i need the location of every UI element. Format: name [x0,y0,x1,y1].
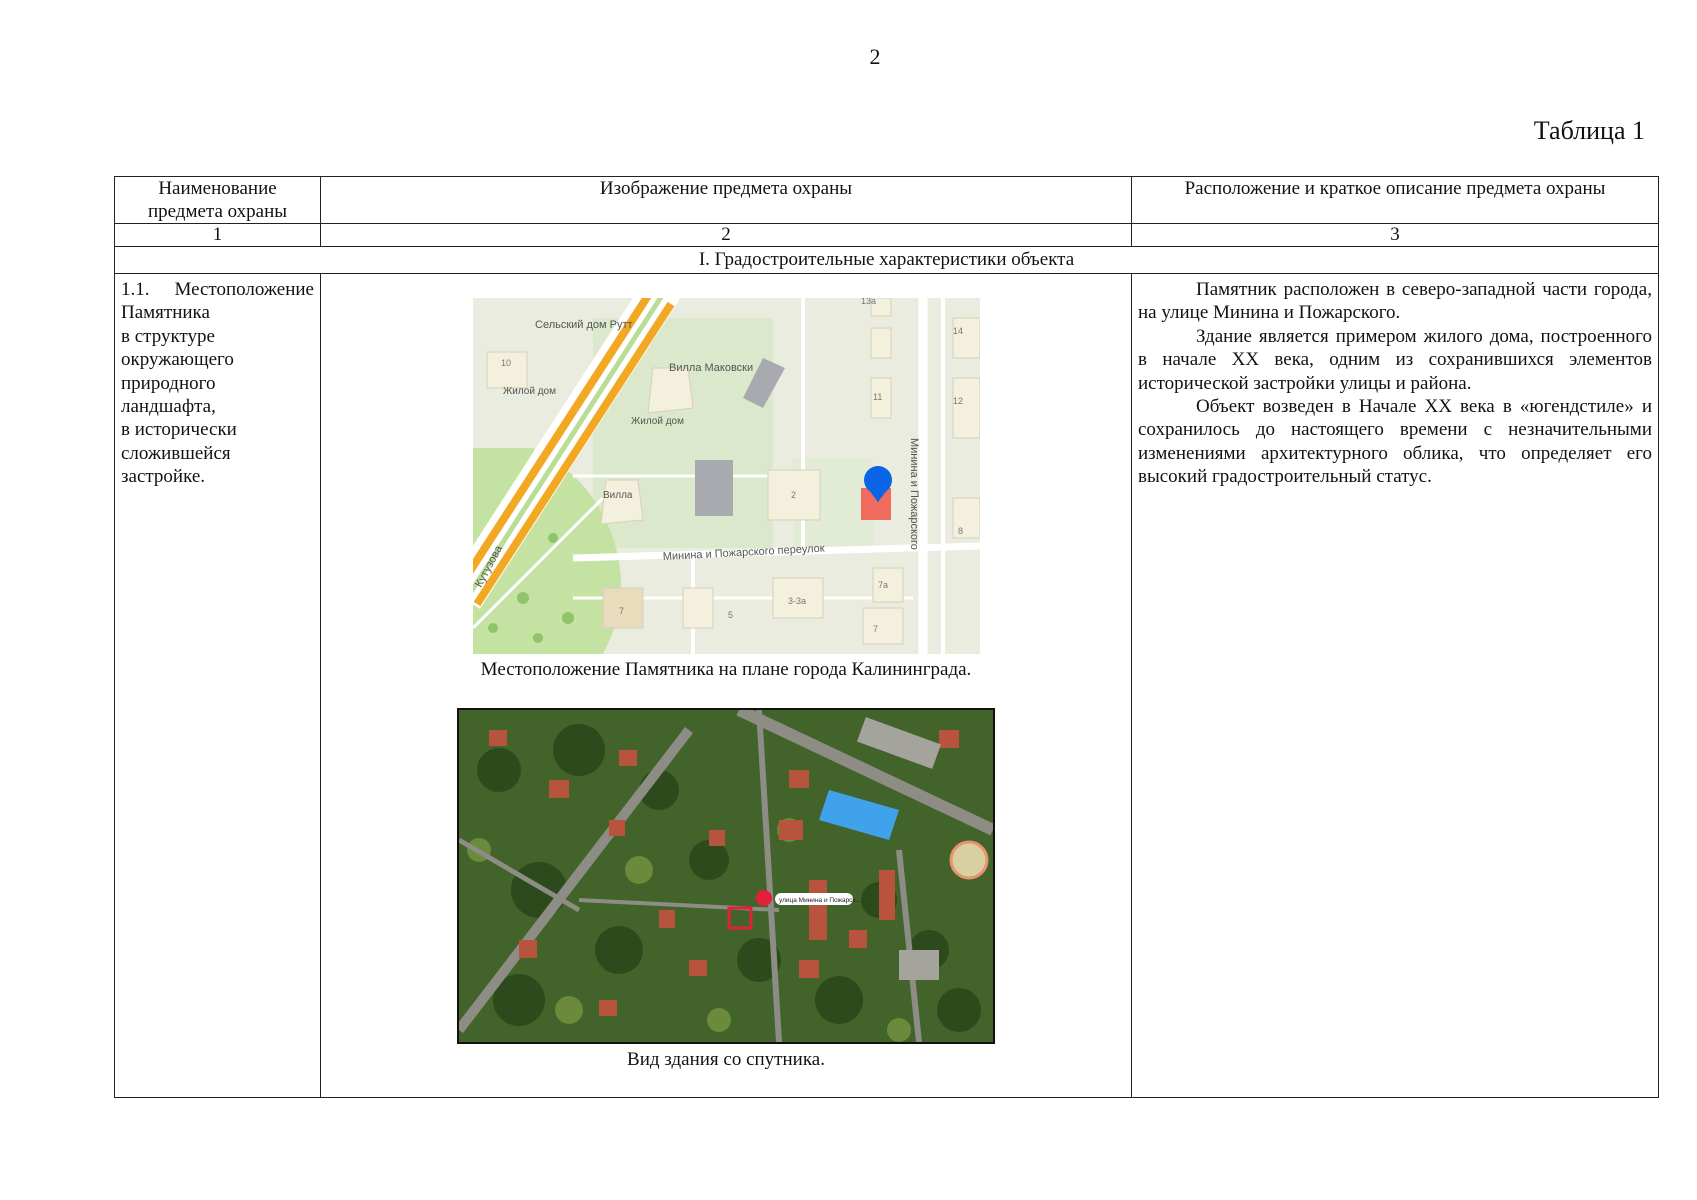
house-number: 7 [873,624,878,634]
item-number: 1.1. [121,279,150,300]
section-row: I. Градостроительные характеристики объе… [114,246,1659,274]
item-name-line: в структуре [121,325,215,347]
item-name-line: окружающего [121,349,234,371]
item-name-line: Памятника [121,302,210,324]
map-label: Минина и Пожарского [908,438,920,550]
item-name-first-line: 1.1. Местоположение [121,278,314,301]
protection-item-name: 1.1. Местоположение Памятника в структур… [114,273,321,1098]
item-name-word: Местоположение [174,279,314,300]
description-paragraph: Здание является примером жилого дома, по… [1138,325,1652,394]
house-number: 2 [791,490,796,500]
house-number: 10 [501,358,511,368]
house-number: 5 [728,610,733,620]
map-label: Сельский дом Рутт [535,319,633,331]
description-paragraph: Памятник расположен в северо-западной ча… [1138,279,1652,324]
column-number: 1 [114,223,321,247]
content-row: 1.1. Местоположение Памятника в структур… [114,273,1659,1098]
item-name-line: застройке. [121,466,206,488]
item-name-line: природного [121,372,216,394]
satellite-caption: Вид здания со спутника. [627,1049,825,1070]
column-number: 2 [320,223,1132,247]
header-image: Изображение предмета охраны [320,176,1132,224]
section-title: I. Градостроительные характеристики объе… [114,246,1659,274]
satellite-marker-label: улица Минина и Пожарск... [779,897,861,904]
map-label: Вилла Маковски [669,362,753,374]
header-name: Наименование предмета охраны [114,176,321,224]
header-description: Расположение и краткое описание предмета… [1131,176,1659,224]
protection-item-description: Памятник расположен в северо-западной ча… [1131,273,1659,1098]
city-map-image: Сельский дом Рутт Вилла Маковски Жилой д… [472,298,980,654]
house-number: 13а [861,298,876,306]
map-caption: Местоположение Памятника на плане города… [480,659,972,680]
satellite-marker-icon [756,890,772,906]
house-number: 11 [873,392,882,402]
table-title: Таблица 1 [1533,116,1645,145]
column-number: 3 [1131,223,1659,247]
map-label: Жилой дом [503,386,556,397]
house-number: 8 [958,526,963,536]
item-name-line: сложившейся [121,442,231,464]
house-number: 14 [953,326,963,336]
house-number: 3-3а [788,596,806,606]
item-name-line: ландшафта, [121,396,216,418]
map-label: Жилой дом [631,416,684,427]
protection-item-images: Сельский дом Рутт Вилла Маковски Жилой д… [320,273,1132,1098]
page-number: 2 [869,44,881,69]
description-paragraph: Объект возведен в Начале XX века в «юген… [1138,396,1652,488]
house-number: 12 [953,396,963,406]
house-number: 7а [878,580,888,590]
map-label: Вилла [603,490,633,501]
satellite-image: улица Минина и Пожарск... [457,708,995,1044]
protection-table: Наименование предмета охраны Изображение… [114,176,1659,1098]
location-pin-icon [863,466,892,494]
item-name-line: в исторически [121,419,237,441]
header-row: Наименование предмета охраны Изображение… [114,176,1659,224]
house-number: 7 [619,606,624,616]
column-number-row: 1 2 3 [114,223,1659,247]
